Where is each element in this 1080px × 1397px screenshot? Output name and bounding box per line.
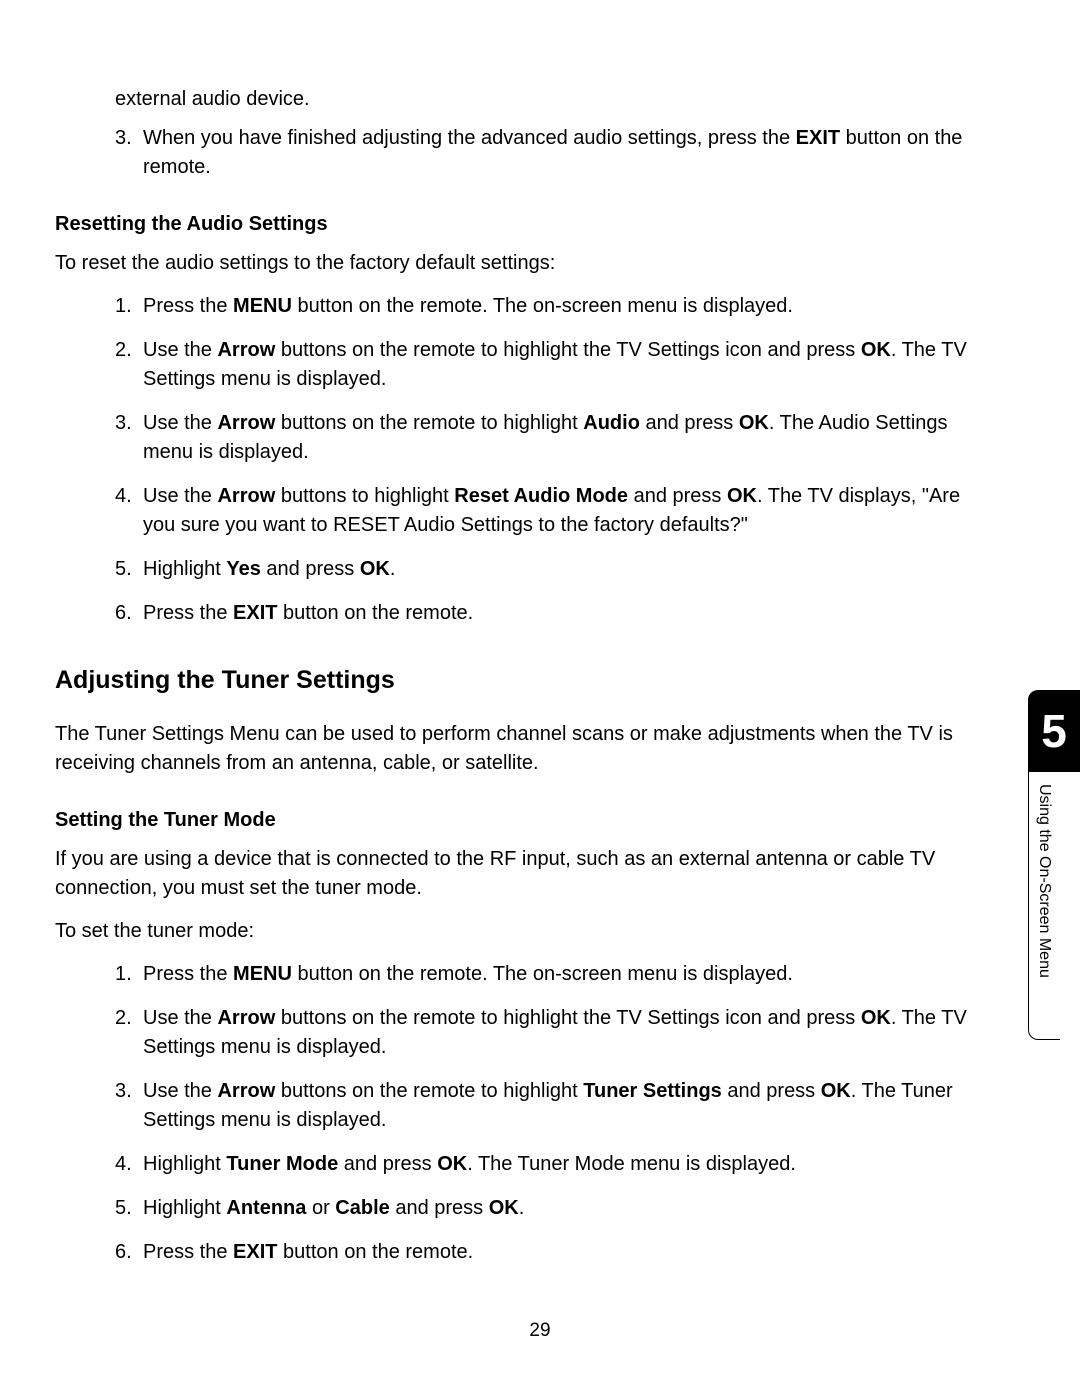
list-item: 4. Highlight Tuner Mode and press OK. Th… — [115, 1150, 990, 1179]
item-number: 2. — [115, 336, 132, 365]
bold-text: Tuner Settings — [583, 1080, 722, 1102]
intro-text: To reset the audio settings to the facto… — [55, 249, 990, 278]
item-number: 6. — [115, 599, 132, 628]
bold-text: Reset Audio Mode — [454, 485, 628, 507]
chapter-label: Using the On-Screen Menu — [1028, 772, 1060, 1040]
bold-text: MENU — [233, 963, 292, 985]
text: and press — [628, 485, 727, 507]
text: . — [390, 558, 396, 580]
chapter-tab: 5 Using the On-Screen Menu — [1028, 690, 1080, 1040]
item-number: 1. — [115, 292, 132, 321]
list-item: 5. Highlight Yes and press OK. — [115, 555, 990, 584]
bold-text: Audio — [583, 412, 640, 434]
bold-text: Arrow — [217, 1007, 275, 1029]
text: buttons to highlight — [275, 485, 454, 507]
bold-text: Arrow — [217, 339, 275, 361]
list-item: 2. Use the Arrow buttons on the remote t… — [115, 1004, 990, 1062]
text: button on the remote. The on-screen menu… — [292, 295, 793, 317]
text: Press the — [143, 602, 233, 624]
item-number: 5. — [115, 1194, 132, 1223]
resetting-list: 1. Press the MENU button on the remote. … — [115, 292, 990, 628]
bold-text: Tuner Mode — [226, 1153, 338, 1175]
tuner-intro: The Tuner Settings Menu can be used to p… — [55, 720, 990, 778]
text: buttons on the remote to highlight — [275, 1080, 583, 1102]
item-number: 6. — [115, 1238, 132, 1267]
item-number: 2. — [115, 1004, 132, 1033]
text: and press — [390, 1197, 489, 1219]
list-item: 4. Use the Arrow buttons to highlight Re… — [115, 482, 990, 540]
text: Use the — [143, 412, 217, 434]
text: and press — [722, 1080, 821, 1102]
bold-text: Antenna — [226, 1197, 306, 1219]
item-number: 3. — [115, 409, 132, 438]
item-number: 3. — [115, 124, 132, 153]
text: button on the remote. — [278, 1241, 474, 1263]
text: . — [519, 1197, 525, 1219]
text: Use the — [143, 1007, 217, 1029]
list-item: 2. Use the Arrow buttons on the remote t… — [115, 336, 990, 394]
bold-text: EXIT — [796, 127, 840, 149]
text: Highlight — [143, 1197, 226, 1219]
text: and press — [261, 558, 360, 580]
bold-text: MENU — [233, 295, 292, 317]
item-number: 5. — [115, 555, 132, 584]
bold-text: OK — [861, 339, 891, 361]
text: buttons on the remote to highlight — [275, 412, 583, 434]
list-item: 3. When you have finished adjusting the … — [115, 124, 990, 182]
top-list: 3. When you have finished adjusting the … — [115, 124, 990, 182]
bold-text: Arrow — [217, 485, 275, 507]
text: Use the — [143, 339, 217, 361]
item-number: 4. — [115, 482, 132, 511]
bold-text: OK — [727, 485, 757, 507]
text: Press the — [143, 295, 233, 317]
item-number: 3. — [115, 1077, 132, 1106]
bold-text: Cable — [335, 1197, 389, 1219]
text: Press the — [143, 963, 233, 985]
bold-text: Arrow — [217, 1080, 275, 1102]
text: and press — [640, 412, 739, 434]
list-item: 1. Press the MENU button on the remote. … — [115, 960, 990, 989]
text: buttons on the remote to highlight the T… — [275, 1007, 861, 1029]
bold-text: OK — [489, 1197, 519, 1219]
text: Use the — [143, 1080, 217, 1102]
item-number: 1. — [115, 960, 132, 989]
bold-text: EXIT — [233, 1241, 277, 1263]
bold-text: OK — [861, 1007, 891, 1029]
list-item: 3. Use the Arrow buttons on the remote t… — [115, 1077, 990, 1135]
section-heading-tuner: Adjusting the Tuner Settings — [55, 662, 990, 698]
list-item: 6. Press the EXIT button on the remote. — [115, 1238, 990, 1267]
bold-text: Yes — [226, 558, 260, 580]
page-number: 29 — [0, 1317, 1080, 1345]
text: Highlight — [143, 558, 226, 580]
item-number: 4. — [115, 1150, 132, 1179]
text: and press — [338, 1153, 437, 1175]
chapter-number: 5 — [1028, 690, 1080, 772]
bold-text: OK — [360, 558, 390, 580]
list-item: 5. Highlight Antenna or Cable and press … — [115, 1194, 990, 1223]
bold-text: OK — [739, 412, 769, 434]
text: buttons on the remote to highlight the T… — [275, 339, 861, 361]
bold-text: OK — [821, 1080, 851, 1102]
bold-text: EXIT — [233, 602, 277, 624]
text: When you have finished adjusting the adv… — [143, 127, 796, 149]
bold-text: OK — [437, 1153, 467, 1175]
continuation-text: external audio device. — [115, 85, 990, 114]
list-item: 3. Use the Arrow buttons on the remote t… — [115, 409, 990, 467]
text: Use the — [143, 485, 217, 507]
text: . The Tuner Mode menu is displayed. — [467, 1153, 796, 1175]
subheading-tuner-mode: Setting the Tuner Mode — [55, 806, 990, 835]
text: button on the remote. — [278, 602, 474, 624]
document-page: external audio device. 3. When you have … — [0, 0, 1080, 1345]
text: Highlight — [143, 1153, 226, 1175]
bold-text: Arrow — [217, 412, 275, 434]
text: button on the remote. The on-screen menu… — [292, 963, 793, 985]
text: Press the — [143, 1241, 233, 1263]
tuner-list: 1. Press the MENU button on the remote. … — [115, 960, 990, 1267]
tuner-lead: To set the tuner mode: — [55, 917, 990, 946]
subheading-resetting-audio: Resetting the Audio Settings — [55, 210, 990, 239]
tuner-description: If you are using a device that is connec… — [55, 845, 990, 903]
list-item: 6. Press the EXIT button on the remote. — [115, 599, 990, 628]
text: or — [306, 1197, 335, 1219]
list-item: 1. Press the MENU button on the remote. … — [115, 292, 990, 321]
